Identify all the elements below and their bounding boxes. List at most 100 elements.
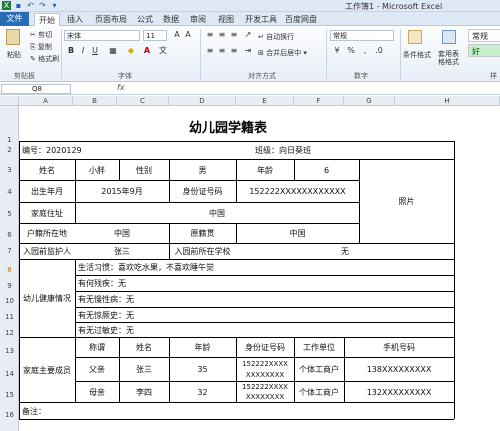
save-icon[interactable]: ▪ [14,1,23,10]
copy-button[interactable]: ⎘ 复制 [30,42,52,52]
table-format-button[interactable]: 套用表格格式 [438,50,464,66]
align-right-icon[interactable]: ≡ [229,46,239,56]
column-header-f[interactable]: F [294,96,344,106]
row-header[interactable]: 7 [0,247,19,255]
row-header[interactable]: 6 [0,231,19,239]
italic-icon[interactable]: I [78,46,88,56]
family-header-work[interactable]: 工作单位 [294,338,344,357]
undo-icon[interactable]: ↶ [26,1,35,10]
column-header-e[interactable]: E [236,96,294,106]
guardian-label[interactable]: 入园前监护人 [19,244,75,259]
bold-icon[interactable]: B [66,46,76,56]
row-header-selected[interactable]: 8 [0,266,19,274]
guardian-value[interactable]: 张三 [75,244,169,259]
age-label[interactable]: 年龄 [236,160,294,180]
id-number-value[interactable]: 152222XXXXXXXXXXXX [236,181,359,202]
fx-icon[interactable]: fx [117,83,125,92]
health-allergy[interactable]: 有无过敏史：无 [78,323,134,337]
hukou-value[interactable]: 中国 [75,224,169,243]
align-bottom-icon[interactable]: ≡ [229,30,239,40]
dob-label[interactable]: 出生年月 [19,181,75,202]
format-painter-button[interactable]: ✎ 格式刷 [30,54,59,64]
mother-id-line2[interactable]: XXXXXXXX [236,392,294,402]
tab-developer[interactable]: 开发工具 [245,14,277,25]
family-header-phone[interactable]: 手机号码 [344,338,454,357]
borders-icon[interactable]: ▦ [108,46,118,56]
family-header-age[interactable]: 年龄 [169,338,236,357]
father-age[interactable]: 35 [169,358,236,381]
wrap-text-button[interactable]: ↵ 自动换行 [258,32,294,42]
tab-page-layout[interactable]: 页面布局 [95,14,127,25]
font-name-select[interactable]: 宋体 [64,30,140,41]
customize-qat-icon[interactable]: ▾ [50,1,59,10]
age-value[interactable]: 6 [294,160,359,180]
align-center-icon[interactable]: ≡ [217,46,227,56]
row-header[interactable]: 10 [0,297,19,305]
mother-relation[interactable]: 母亲 [75,382,119,402]
row-header[interactable]: 5 [0,210,19,218]
tab-view[interactable]: 视图 [218,14,234,25]
mother-name[interactable]: 李四 [119,382,169,402]
gender-value[interactable]: 男 [169,160,236,180]
tab-data[interactable]: 数据 [163,14,179,25]
row-header[interactable]: 15 [0,391,19,399]
remarks-label[interactable]: 备注： [22,403,46,419]
row-header[interactable]: 11 [0,313,19,321]
mother-age[interactable]: 32 [169,382,236,402]
align-middle-icon[interactable]: ≡ [217,30,227,40]
row-header[interactable]: 16 [0,411,19,419]
conditional-format-button[interactable]: 条件格式 [403,50,431,60]
column-header-d[interactable]: D [169,96,236,106]
prev-school-label[interactable]: 入园前所在学校 [169,244,236,259]
id-number-label[interactable]: 身份证号码 [169,181,236,202]
origin-value[interactable]: 中国 [236,224,359,243]
cut-button[interactable]: ✂ 剪切 [30,30,52,40]
father-work[interactable]: 个体工商户 [294,358,344,381]
column-header-h[interactable]: H [395,96,500,106]
row-header[interactable]: 1 [0,136,19,144]
mother-id-line1[interactable]: 152222XXXX [236,382,294,392]
mother-phone[interactable]: 132XXXXXXXXX [344,382,454,402]
address-value[interactable]: 中国 [75,203,359,223]
increase-decimal-icon[interactable]: .0 [374,46,384,56]
currency-icon[interactable]: ¥ [332,46,342,56]
health-disability[interactable]: 有何残疾：无 [78,276,126,291]
select-all-corner[interactable] [0,96,19,106]
align-top-icon[interactable]: ≡ [205,30,215,40]
tab-baidu-netdisk[interactable]: 百度网盘 [285,14,317,25]
column-header-a[interactable]: A [19,96,73,106]
family-label[interactable]: 家庭主要成员 [19,338,75,402]
style-good[interactable]: 好 [468,44,500,57]
prev-school-value[interactable]: 无 [236,244,454,259]
name-box[interactable]: Q8 [1,84,71,94]
gender-label[interactable]: 性别 [119,160,169,180]
conditional-format-icon[interactable] [408,30,422,44]
paste-icon[interactable] [6,29,20,45]
paste-button[interactable]: 粘贴 [7,50,21,60]
name-label[interactable]: 姓名 [19,160,75,180]
student-id[interactable]: 编号：2020129 [22,142,82,159]
address-label[interactable]: 家庭住址 [19,203,75,223]
tab-review[interactable]: 审阅 [190,14,206,25]
sheet-title[interactable]: 幼儿园学籍表 [189,117,267,136]
number-format-select[interactable]: 常规 [330,30,394,41]
mother-work[interactable]: 个体工商户 [294,382,344,402]
table-format-icon[interactable] [442,30,456,44]
father-id-line2[interactable]: XXXXXXXX [236,369,294,380]
percent-icon[interactable]: % [346,46,356,56]
row-header[interactable]: 14 [0,370,19,378]
phonetic-icon[interactable]: 文 [158,46,168,56]
health-label[interactable]: 幼儿健康情况 [19,260,75,337]
row-header[interactable]: 13 [0,347,19,355]
font-color-icon[interactable]: A [142,46,152,56]
health-chronic[interactable]: 有无慢性病：无 [78,292,134,307]
family-header-name[interactable]: 姓名 [119,338,169,357]
worksheet-grid[interactable]: 幼儿园学籍表 编号：2020129 班级：向日葵班 姓名 小胖 性别 男 年龄 … [19,106,500,431]
shrink-font-icon[interactable]: A [183,30,193,40]
class-name[interactable]: 班级：向日葵班 [255,142,311,159]
row-header[interactable]: 3 [0,166,19,174]
hukou-label[interactable]: 户籍所在地 [19,224,75,243]
orientation-icon[interactable]: ↗ [243,30,253,40]
indent-icon[interactable]: ⇥ [243,46,253,56]
style-normal[interactable]: 常规 [468,29,500,42]
